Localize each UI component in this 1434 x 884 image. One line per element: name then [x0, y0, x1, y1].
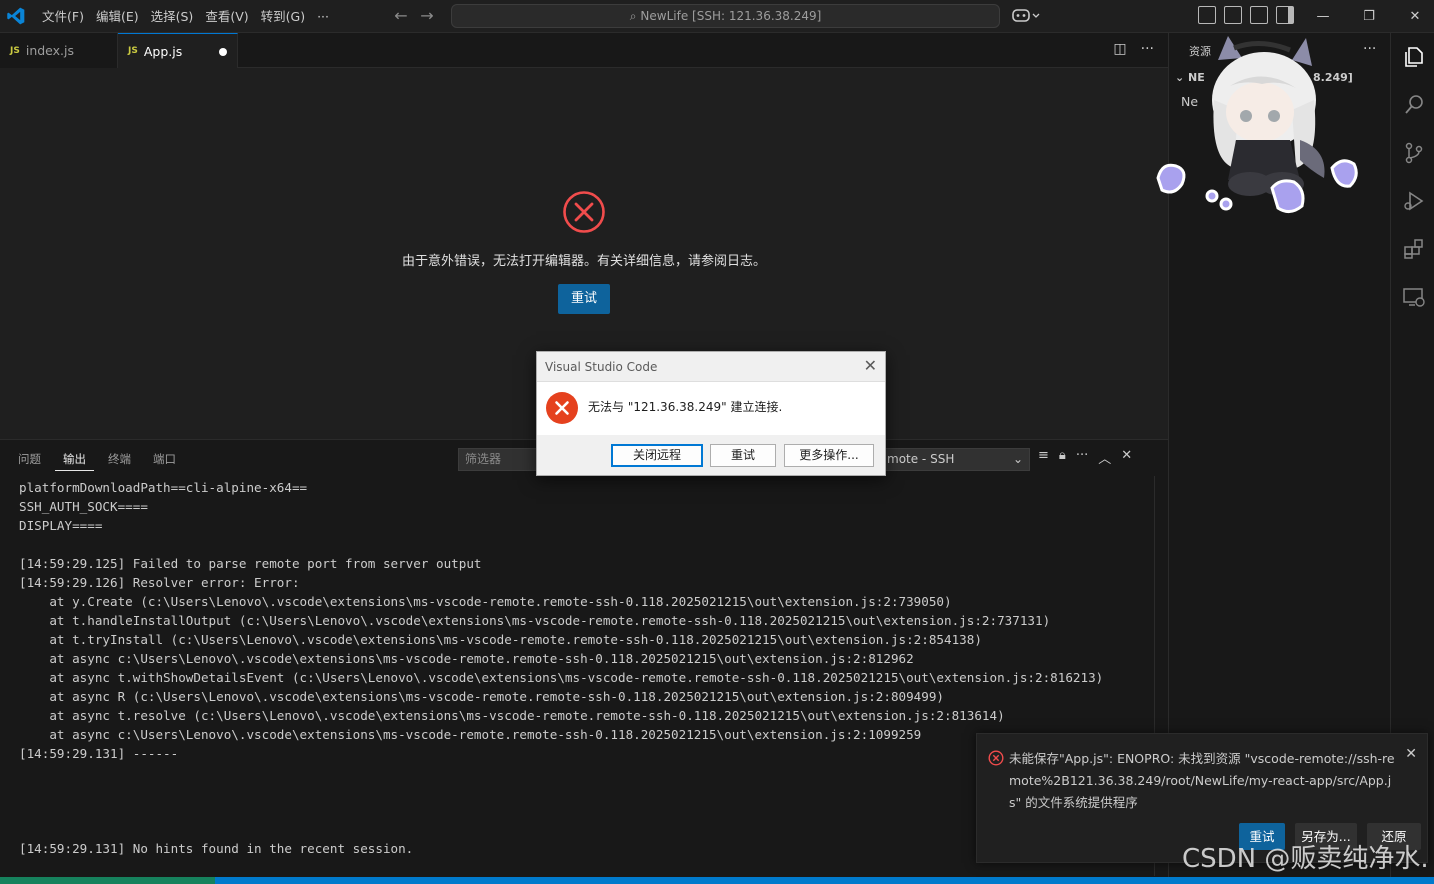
- output-line: at async c:\Users\Lenovo\.vscode\extensi…: [19, 651, 914, 666]
- tab-ports[interactable]: 端口: [145, 448, 184, 471]
- tab-label: App.js: [143, 43, 183, 59]
- dialog-message: 无法与 "121.36.38.249" 建立连接.: [588, 400, 783, 414]
- output-line: [14:59:29.125] Failed to parse remote po…: [19, 556, 482, 571]
- panel-more-icon[interactable]: ···: [1076, 448, 1088, 467]
- more-actions-button[interactable]: 更多操作...: [784, 444, 874, 467]
- panel-tabs: 问题 输出 终端 端口: [10, 448, 184, 471]
- remote-status-indicator[interactable]: [0, 877, 215, 884]
- split-editor-icon[interactable]: ◫: [1113, 41, 1126, 57]
- menu-file[interactable]: 文件(F): [36, 0, 90, 33]
- search-icon: ⌕: [629, 9, 637, 23]
- menu-more[interactable]: ···: [311, 0, 335, 33]
- unsaved-dot-icon[interactable]: [219, 48, 227, 56]
- status-bar: [0, 877, 1434, 884]
- output-line: at async R (c:\Users\Lenovo\.vscode\exte…: [19, 689, 945, 704]
- back-arrow-icon[interactable]: ←: [392, 6, 410, 26]
- dialog-retry-button[interactable]: 重试: [710, 444, 776, 467]
- chevron-down-icon: ⌄: [1012, 452, 1023, 466]
- maximize-panel-icon[interactable]: ︿: [1098, 448, 1111, 467]
- output-line: platformDownloadPath==cli-alpine-x64==: [19, 480, 308, 495]
- close-window-icon[interactable]: ✕: [1392, 0, 1434, 33]
- explorer-icon[interactable]: [1402, 45, 1426, 69]
- command-center-search[interactable]: ⌕ NewLife [SSH: 121.36.38.249]: [451, 4, 1000, 28]
- editor-error-message: 由于意外错误，无法打开编辑器。有关详细信息，请参阅日志。: [401, 254, 766, 269]
- dialog-header: Visual Studio Code ✕: [537, 352, 885, 382]
- toggle-secondary-sidebar-icon[interactable]: [1276, 6, 1294, 24]
- output-line: at t.handleInstallOutput (c:\Users\Lenov…: [19, 613, 1051, 628]
- mascot-sticker-image: [1156, 36, 1358, 213]
- csdn-watermark: CSDN @贩卖纯净水.: [1182, 844, 1429, 874]
- vscode-logo-icon: [7, 7, 25, 25]
- dialog-title: Visual Studio Code: [545, 360, 658, 374]
- output-line: [14:59:29.126] Resolver error: Error:: [19, 575, 300, 590]
- tab-index-js[interactable]: JS index.js: [0, 33, 118, 68]
- editor-tab-bar: JS index.js JS App.js ◫ ···: [0, 33, 1168, 68]
- remote-explorer-icon[interactable]: [1402, 285, 1426, 309]
- output-channel-select[interactable]: mote - SSH ⌄: [880, 448, 1030, 471]
- close-panel-icon[interactable]: ✕: [1121, 448, 1132, 467]
- connection-error-dialog: Visual Studio Code ✕ 无法与 "121.36.38.249"…: [536, 351, 886, 476]
- clear-output-icon[interactable]: ≡: [1038, 448, 1049, 467]
- close-icon[interactable]: ✕: [1405, 746, 1417, 762]
- output-line: at async t.withShowDetailsEvent (c:\User…: [19, 670, 1104, 685]
- toggle-primary-sidebar-icon[interactable]: [1224, 6, 1242, 24]
- menu-view[interactable]: 查看(V): [199, 0, 254, 33]
- tab-output[interactable]: 输出: [55, 448, 94, 471]
- output-line: SSH_AUTH_SOCK====: [19, 499, 148, 514]
- output-channel-label: mote - SSH: [887, 452, 955, 466]
- javascript-file-icon: JS: [10, 45, 20, 56]
- javascript-file-icon: JS: [128, 46, 138, 56]
- error-circle-icon: [988, 750, 1004, 766]
- copilot-icon[interactable]: [1012, 6, 1044, 26]
- menu-selection[interactable]: 选择(S): [145, 0, 200, 33]
- output-line: at t.tryInstall (c:\Users\Lenovo\.vscode…: [19, 632, 982, 647]
- customize-layout-icon[interactable]: [1198, 6, 1216, 24]
- tab-problems[interactable]: 问题: [10, 448, 49, 471]
- command-center-label: NewLife [SSH: 121.36.38.249]: [640, 9, 822, 23]
- tab-app-js[interactable]: JS App.js: [118, 33, 238, 68]
- close-remote-button[interactable]: 关闭远程: [611, 444, 703, 467]
- error-circle-icon: [563, 191, 605, 233]
- notification-message: 未能保存"App.js": ENOPRO: 未找到资源 "vscode-remo…: [1009, 751, 1395, 810]
- title-bar: 文件(F) 编辑(E) 选择(S) 查看(V) 转到(G) ··· ← → ⌕ N…: [0, 0, 1434, 33]
- close-icon[interactable]: ✕: [864, 356, 877, 375]
- restore-window-icon[interactable]: ❐: [1346, 0, 1392, 33]
- menu-edit[interactable]: 编辑(E): [90, 0, 145, 33]
- output-line: at async t.resolve (c:\Users\Lenovo\.vsc…: [19, 708, 1005, 723]
- tab-terminal[interactable]: 终端: [100, 448, 139, 471]
- run-debug-icon[interactable]: [1402, 189, 1426, 213]
- output-line: at y.Create (c:\Users\Lenovo\.vscode\ext…: [19, 594, 952, 609]
- error-icon: [546, 392, 578, 424]
- dialog-footer: 关闭远程 重试 更多操作...: [537, 435, 885, 475]
- editor-retry-button[interactable]: 重试: [558, 284, 610, 314]
- search-icon[interactable]: [1402, 93, 1426, 117]
- minimize-window-icon[interactable]: —: [1300, 0, 1346, 33]
- menu-bar: 文件(F) 编辑(E) 选择(S) 查看(V) 转到(G) ···: [36, 0, 335, 33]
- output-line: DISPLAY====: [19, 518, 103, 533]
- menu-go[interactable]: 转到(G): [255, 0, 311, 33]
- tab-label: index.js: [25, 43, 75, 58]
- extensions-icon[interactable]: [1402, 237, 1426, 261]
- lock-scroll-icon[interactable]: 🔒︎: [1059, 448, 1066, 467]
- toggle-panel-icon[interactable]: [1250, 6, 1268, 24]
- forward-arrow-icon[interactable]: →: [418, 6, 436, 26]
- source-control-icon[interactable]: [1402, 141, 1426, 165]
